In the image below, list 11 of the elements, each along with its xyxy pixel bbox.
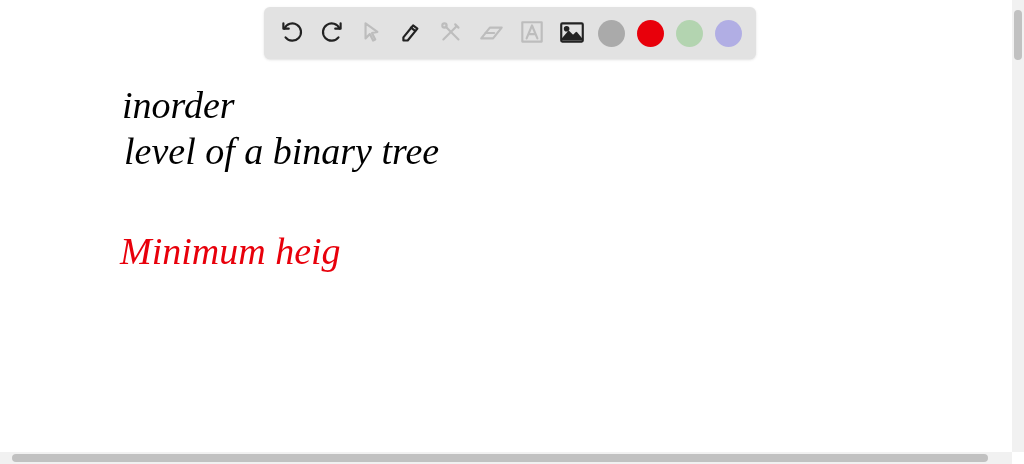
- color-swatch[interactable]: [598, 19, 625, 47]
- scrollbar-thumb[interactable]: [1014, 10, 1022, 60]
- handwritten-note: level of a binary tree: [124, 129, 440, 174]
- handwritten-note: Minimum heig: [120, 229, 341, 274]
- color-swatch[interactable]: [637, 19, 664, 47]
- horizontal-scrollbar[interactable]: [0, 452, 1012, 464]
- scrollbar-thumb[interactable]: [12, 454, 988, 462]
- color-swatch[interactable]: [676, 19, 703, 47]
- handwritten-note: inorder: [122, 83, 235, 128]
- vertical-scrollbar[interactable]: [1012, 0, 1024, 452]
- color-swatch[interactable]: [715, 19, 742, 47]
